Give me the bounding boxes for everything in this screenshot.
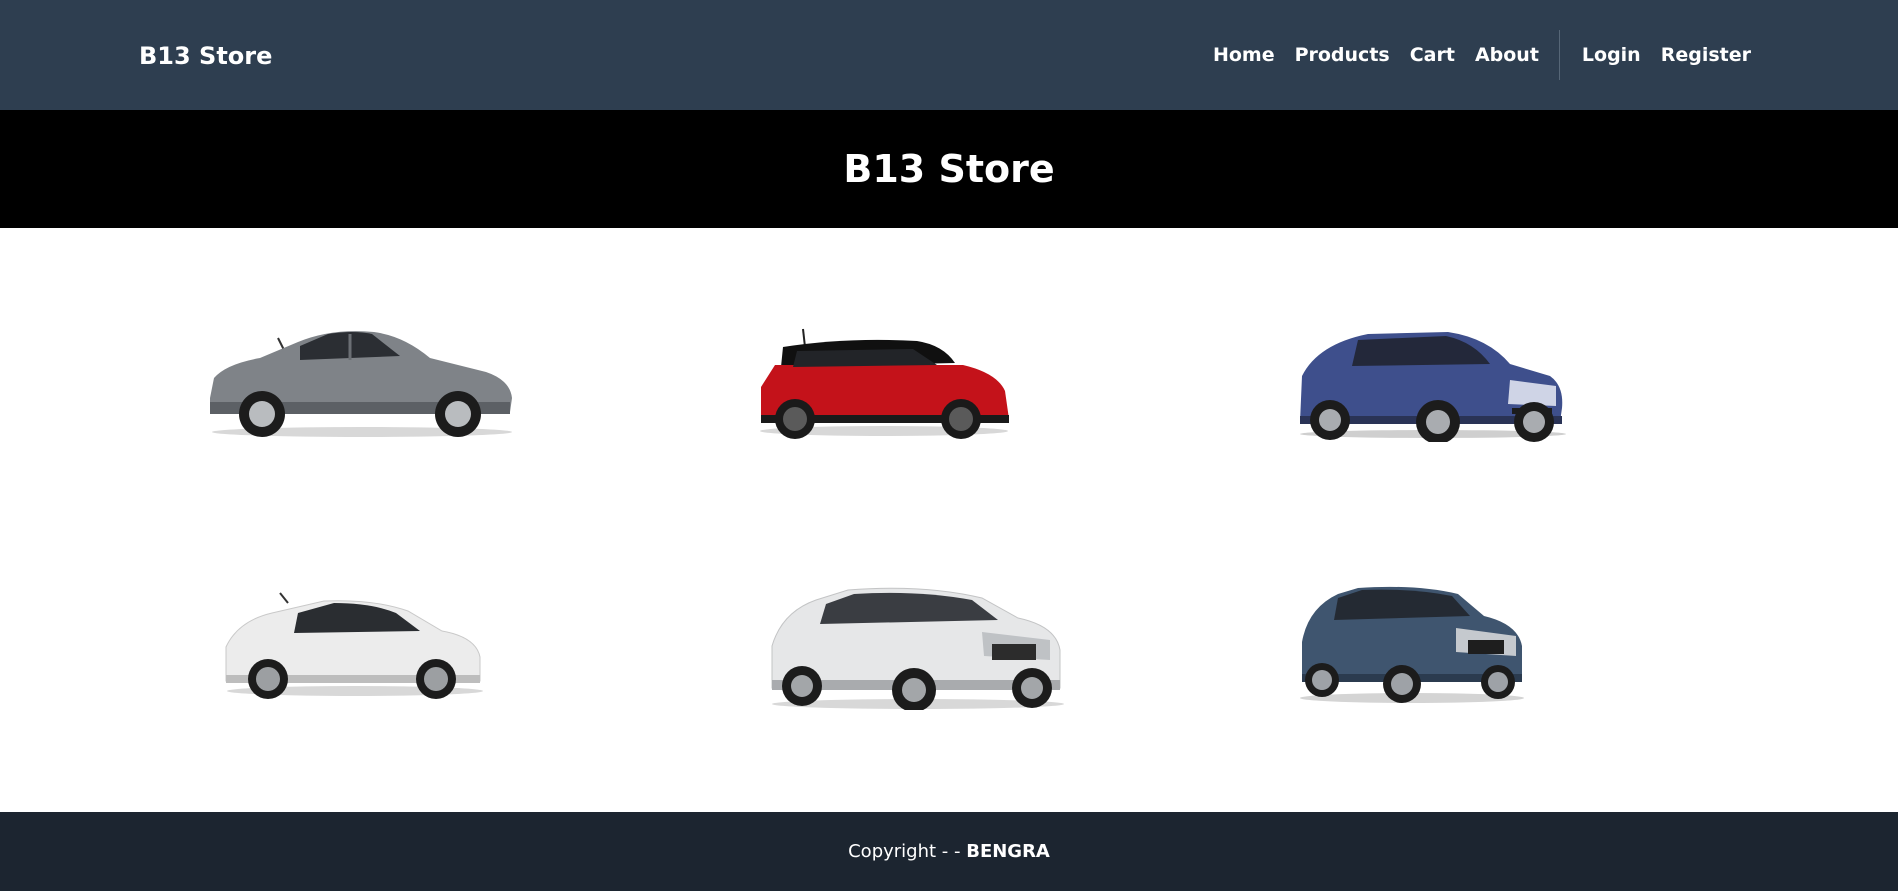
white-suv-image xyxy=(771,587,1064,710)
hero-banner: B13 Store xyxy=(0,110,1898,228)
product-grid xyxy=(0,228,1898,812)
product-card-blue-sedan[interactable] xyxy=(1298,324,1568,442)
nav-login-link[interactable]: Login xyxy=(1582,44,1641,66)
nav-divider xyxy=(1558,30,1560,80)
brand-link[interactable]: B13 Store xyxy=(139,38,272,74)
product-card-gray-sedan[interactable] xyxy=(204,320,516,440)
hero-title: B13 Store xyxy=(843,147,1055,191)
red-hatchback-image xyxy=(760,328,1009,439)
blue-gray-suv-image xyxy=(1300,586,1524,703)
footer-author: BENGRA xyxy=(966,841,1050,862)
nav-about-link[interactable]: About xyxy=(1475,44,1539,66)
footer: Copyright - - BENGRA xyxy=(0,812,1898,891)
nav-home-link[interactable]: Home xyxy=(1213,44,1275,66)
navbar: B13 Store Home Products Cart About Login… xyxy=(0,0,1898,110)
nav-cart-link[interactable]: Cart xyxy=(1410,44,1455,66)
product-card-red-hatchback[interactable] xyxy=(757,323,1011,439)
nav-links: Home Products Cart About Login Register xyxy=(1213,30,1751,80)
blue-sedan-image xyxy=(1300,332,1566,442)
gray-sedan-image xyxy=(210,331,512,437)
product-card-blue-gray-suv[interactable] xyxy=(1298,584,1526,704)
footer-copyright: Copyright - - BENGRA xyxy=(848,841,1050,862)
nav-register-link[interactable]: Register xyxy=(1661,44,1751,66)
footer-prefix: Copyright - - xyxy=(848,841,967,862)
white-hatchback-image xyxy=(225,592,483,699)
product-card-white-hatchback[interactable] xyxy=(224,591,486,699)
nav-products-link[interactable]: Products xyxy=(1295,44,1390,66)
product-card-white-suv[interactable] xyxy=(768,586,1066,710)
